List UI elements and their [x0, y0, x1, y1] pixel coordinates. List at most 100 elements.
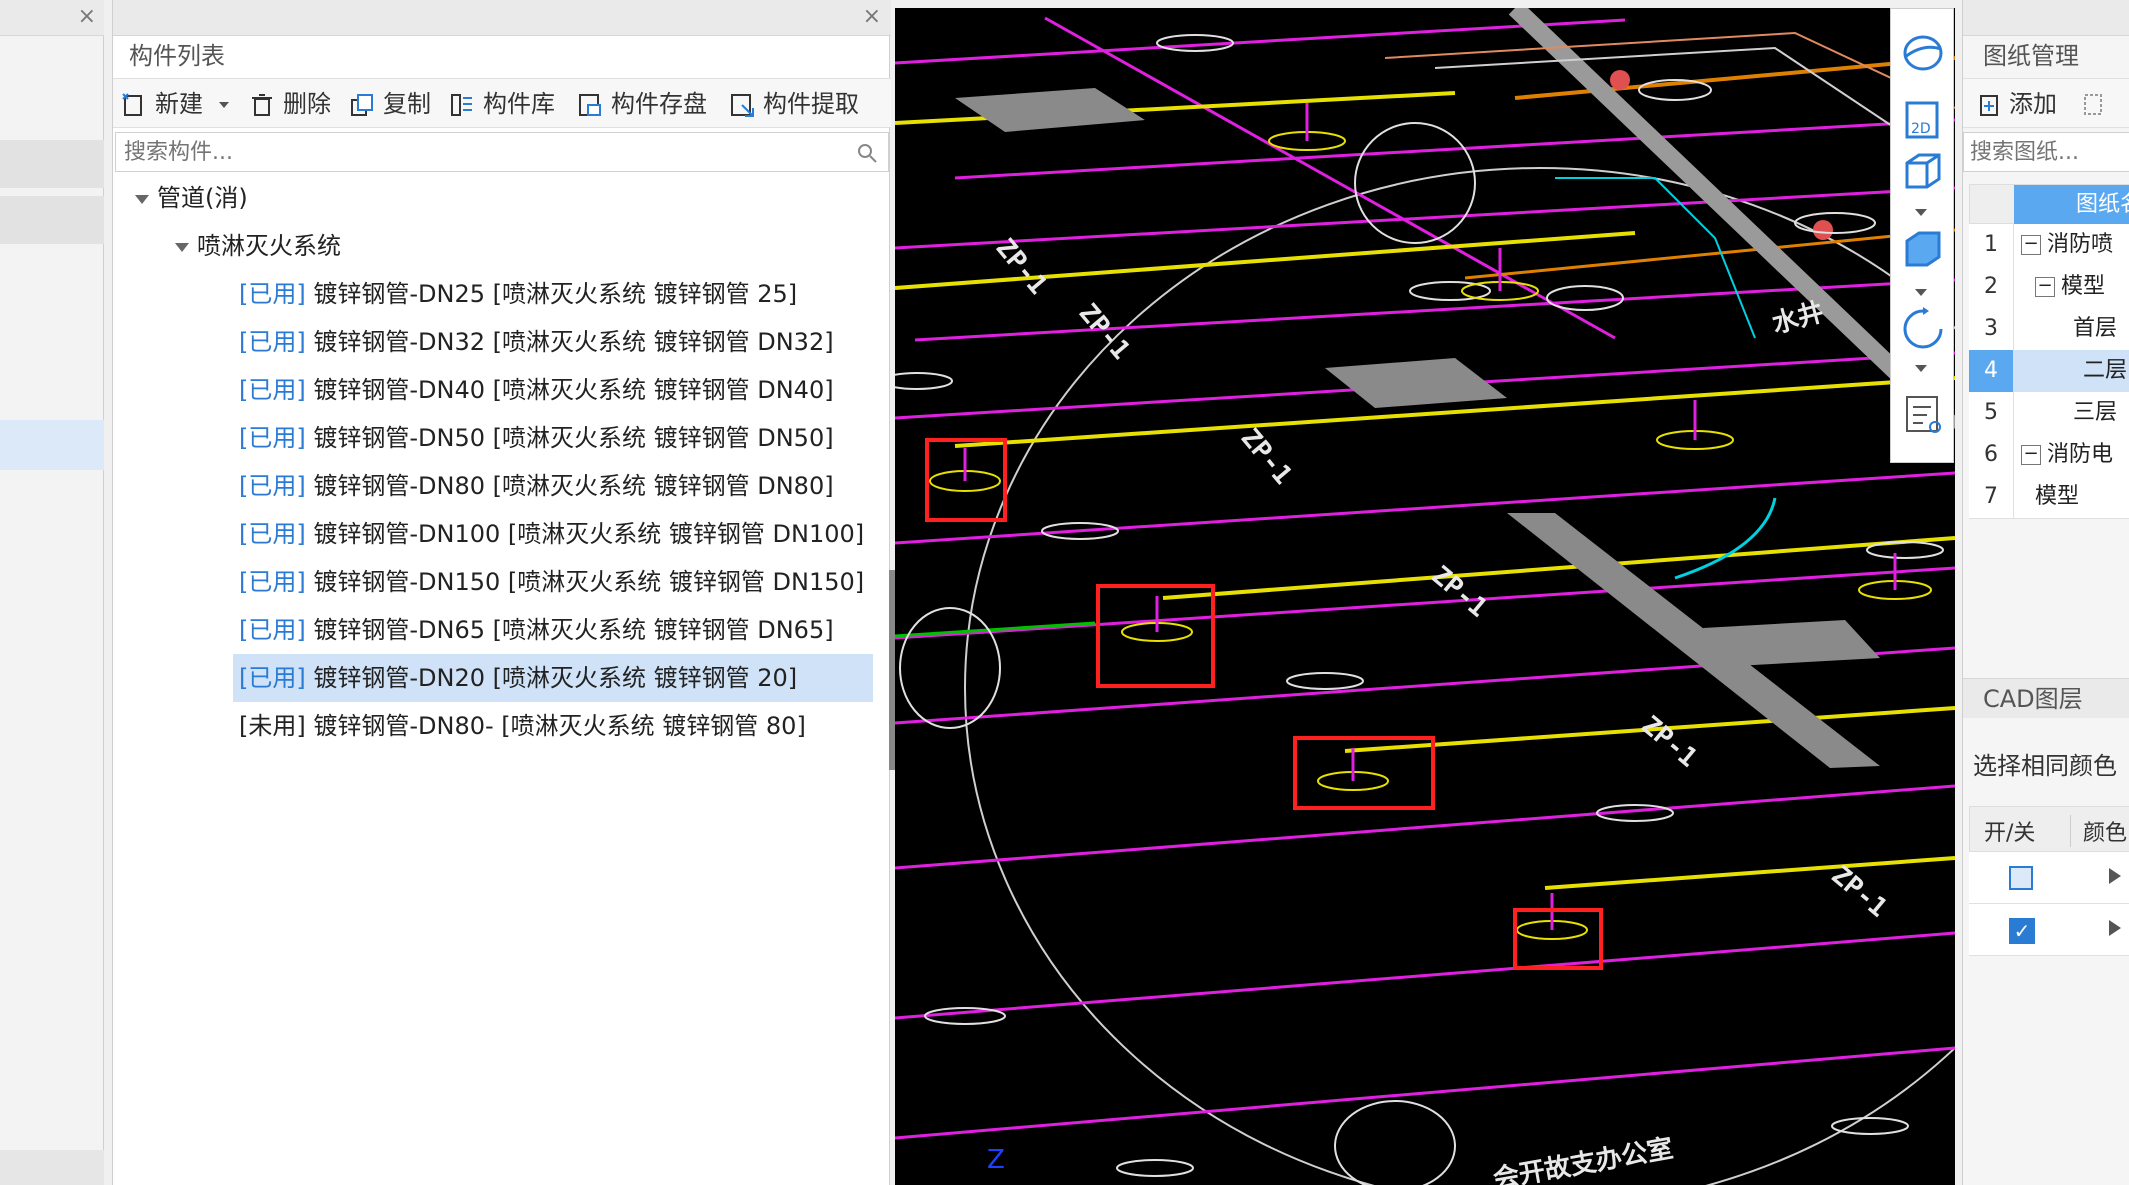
extract-component-button[interactable]: 构件提取	[729, 79, 859, 129]
layer-table-header: 开/关 颜色	[1969, 806, 2129, 852]
cad-red-node	[1610, 70, 1630, 90]
component-label: 镀锌钢管-DN65 [喷淋灭火系统 镀锌钢管 DN65]	[305, 616, 834, 644]
extract-component-icon	[731, 94, 754, 117]
component-item-selected[interactable]: [已用] 镀锌钢管-DN20 [喷淋灭火系统 镀锌钢管 20]	[233, 654, 873, 702]
library-label: 构件库	[483, 90, 555, 118]
layer-list-icon[interactable]	[1899, 389, 1947, 437]
component-status: [已用]	[239, 472, 306, 500]
component-item[interactable]: [已用] 镀锌钢管-DN50 [喷淋灭火系统 镀锌钢管 DN50]	[233, 414, 834, 462]
drawing-row-label: 模型	[2061, 274, 2106, 299]
caret-down-icon[interactable]	[135, 194, 149, 204]
new-dropdown-icon[interactable]	[218, 102, 229, 108]
collapse-icon[interactable]: −	[2021, 235, 2041, 255]
component-item[interactable]: [已用] 镀锌钢管-DN150 [喷淋灭火系统 镀锌钢管 DN150]	[233, 558, 864, 606]
component-list-title: 构件列表	[129, 42, 225, 70]
component-status: [已用]	[239, 616, 306, 644]
collapse-icon[interactable]: −	[2021, 445, 2041, 465]
add-drawing-button[interactable]: 添加	[1977, 79, 2057, 129]
search-icon[interactable]	[856, 142, 878, 164]
tree-root-label: 管道(消)	[157, 184, 248, 212]
component-item[interactable]: [已用] 镀锌钢管-DN40 [喷淋灭火系统 镀锌钢管 DN40]	[233, 366, 834, 414]
library-button[interactable]: 构件库	[449, 79, 555, 129]
component-item[interactable]: [已用] 镀锌钢管-DN32 [喷淋灭火系统 镀锌钢管 DN32]	[233, 318, 834, 366]
drawing-name-column[interactable]: 图纸名	[2014, 185, 2129, 225]
component-status: [已用]	[239, 520, 306, 548]
component-status: [已用]	[239, 376, 306, 404]
drawing-row-number: 4	[1969, 350, 2014, 392]
layer-color-column[interactable]: 颜色	[2070, 815, 2127, 847]
component-item[interactable]: [已用] 镀锌钢管-DN80 [喷淋灭火系统 镀锌钢管 DN80]	[233, 462, 834, 510]
left-panel: ×	[0, 0, 104, 1185]
caret-down-icon[interactable]	[175, 242, 189, 252]
drawing-row-number: 2	[1969, 266, 2014, 308]
save-component-button[interactable]: 构件存盘	[577, 79, 707, 129]
expand-arrow-icon[interactable]	[2109, 868, 2121, 884]
drawing-row-number: 6	[1969, 434, 2014, 476]
solid-box-icon[interactable]	[1899, 225, 1947, 273]
left-panel-close-icon[interactable]: ×	[78, 4, 96, 29]
left-panel-row[interactable]	[0, 196, 104, 244]
component-label: 镀锌钢管-DN40 [喷淋灭火系统 镀锌钢管 DN40]	[305, 376, 834, 404]
layer-toggle-checkbox[interactable]	[2009, 866, 2033, 890]
left-panel-row-selected[interactable]	[0, 420, 104, 470]
cad-gray-block	[1325, 358, 1507, 408]
tree-root-node[interactable]: 管道(消)	[135, 174, 248, 222]
component-label: 镀锌钢管-DN32 [喷淋灭火系统 镀锌钢管 DN32]	[305, 328, 834, 356]
cad-orange-line	[1464, 228, 1955, 280]
drawing-row[interactable]: 3 首层	[1969, 308, 2129, 351]
layer-switch-column[interactable]: 开/关	[1984, 815, 2035, 847]
component-item[interactable]: [已用] 镀锌钢管-DN25 [喷淋灭火系统 镀锌钢管 25]	[233, 270, 797, 318]
collapse-icon[interactable]: −	[2035, 277, 2055, 297]
select-same-color-button[interactable]: 选择相同颜色	[1973, 746, 2117, 781]
cad-pipe-label: ZP-1	[990, 233, 1053, 300]
drawing-search-input[interactable]	[1964, 133, 2129, 171]
tree-group-node[interactable]: 喷淋灭火系统	[175, 222, 341, 270]
drawing-row-number: 3	[1969, 308, 2014, 350]
copy-icon	[351, 94, 373, 116]
rotate-icon[interactable]	[1899, 305, 1947, 353]
drawing-row-number: 5	[1969, 392, 2014, 434]
component-search-input[interactable]	[116, 133, 852, 171]
delete-button[interactable]: 删除	[249, 79, 331, 129]
drawing-row-label: 消防喷	[2047, 232, 2114, 257]
3d-box-icon[interactable]	[1899, 147, 1947, 195]
copy-button[interactable]: 复制	[349, 79, 431, 129]
2d-view-icon[interactable]: 2D	[1899, 95, 1947, 143]
new-button[interactable]: 新建	[121, 79, 229, 129]
cad-pipe-label: ZP-1	[1235, 423, 1298, 490]
drawing-table: 1− 消防喷 2− 模型 3 首层 4 二层 5 三层 6− 消防电 7 模型	[1969, 224, 2129, 524]
drawing-row-label: 三层	[2073, 400, 2118, 425]
cad-viewport[interactable]: ZP-1 ZP-1 ZP-1 ZP-1 ZP-1 ZP-1 水井 会开故支办公室…	[895, 8, 1955, 1185]
component-label: 镀锌钢管-DN80 [喷淋灭火系统 镀锌钢管 DN80]	[305, 472, 834, 500]
layer-row[interactable]: ✓	[1969, 904, 2129, 956]
drawing-row[interactable]: 6− 消防电	[1969, 434, 2129, 477]
component-item[interactable]: [未用] 镀锌钢管-DN80- [喷淋灭火系统 镀锌钢管 80]	[233, 702, 806, 750]
locate-icon[interactable]	[2081, 91, 2107, 117]
caret-down-icon[interactable]	[1915, 209, 1927, 216]
orbit-icon[interactable]	[1899, 29, 1947, 77]
component-label: 镀锌钢管-DN20 [喷淋灭火系统 镀锌钢管 20]	[305, 664, 798, 692]
drawing-row-label: 模型	[2035, 484, 2080, 509]
drawing-row[interactable]: 5 三层	[1969, 392, 2129, 435]
layer-toggle-checkbox-checked[interactable]: ✓	[2009, 918, 2035, 944]
drawing-row[interactable]: 7 模型	[1969, 476, 2129, 519]
cad-note-label: 水井	[1769, 297, 1827, 339]
layer-row[interactable]	[1969, 852, 2129, 904]
drawing-row-label: 首层	[2073, 316, 2118, 341]
component-item[interactable]: [已用] 镀锌钢管-DN65 [喷淋灭火系统 镀锌钢管 DN65]	[233, 606, 834, 654]
drawing-row[interactable]: 2 − 模型	[1969, 266, 2129, 309]
cad-layer-title: CAD图层	[1983, 685, 2083, 713]
drawing-row-selected[interactable]: 4 二层	[1969, 350, 2129, 393]
component-item[interactable]: [已用] 镀锌钢管-DN100 [喷淋灭火系统 镀锌钢管 DN100]	[233, 510, 864, 558]
component-list-close-icon[interactable]: ×	[863, 4, 881, 29]
expand-arrow-icon[interactable]	[2109, 920, 2121, 936]
drawing-row[interactable]: 1− 消防喷	[1969, 224, 2129, 267]
caret-down-icon[interactable]	[1915, 365, 1927, 372]
cad-pipe-label: ZP-1	[1826, 860, 1893, 923]
component-status: [已用]	[239, 568, 306, 596]
component-search	[115, 132, 889, 172]
delete-icon	[252, 94, 272, 116]
left-panel-row[interactable]	[0, 140, 104, 188]
caret-down-icon[interactable]	[1915, 289, 1927, 296]
cad-drawing[interactable]: ZP-1 ZP-1 ZP-1 ZP-1 ZP-1 ZP-1 水井 会开故支办公室…	[895, 8, 1955, 1185]
